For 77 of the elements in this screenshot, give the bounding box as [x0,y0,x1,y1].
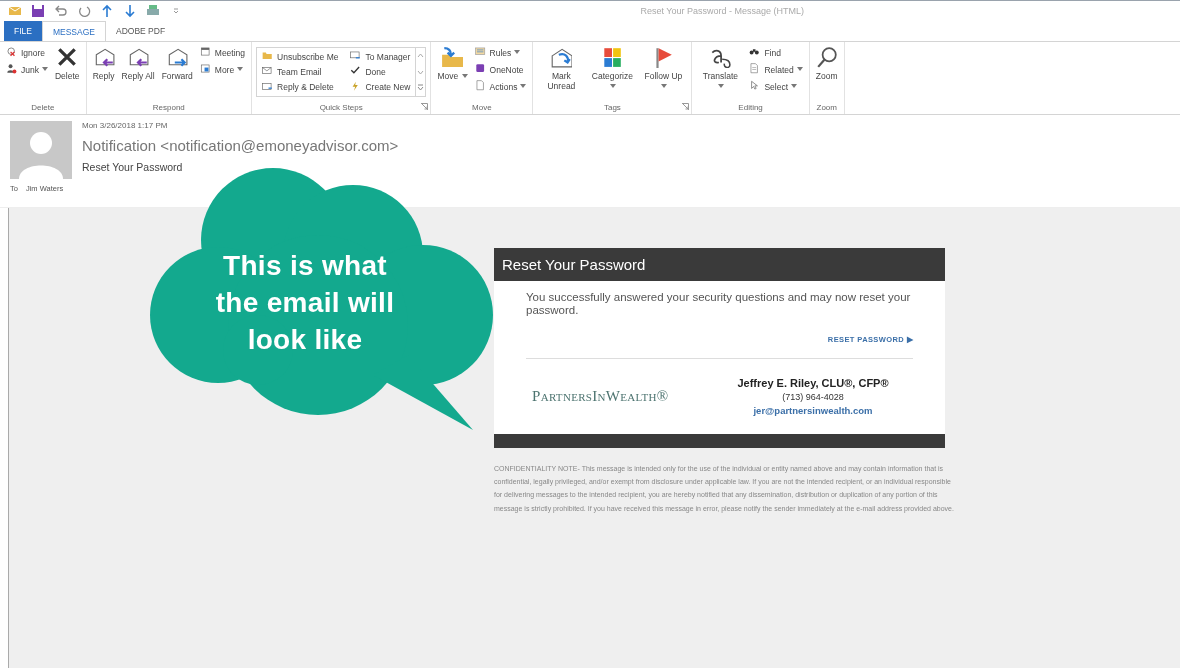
signature-name: Jeffrey E. Riley, CLU®, CFP® [737,377,889,389]
redo-icon[interactable] [77,4,91,18]
avatar-icon [10,121,72,179]
ribbon-button[interactable]: Junk [4,62,50,77]
ribbon-button[interactable]: Meeting [197,45,248,60]
dialog-launcher-icon[interactable] [682,103,690,110]
group-label: Zoom [816,102,837,112]
email-title-bar: Reset Your Password [494,248,945,281]
ribbon-button[interactable]: Reply [90,45,117,82]
printer-icon[interactable] [146,4,160,18]
phone-number: (713) 964-4028 [782,392,844,402]
quick-step[interactable]: Create New [348,79,413,95]
more-icon [199,63,213,76]
ribbon-button[interactable]: Rules [472,45,529,60]
ribbon-button[interactable]: Move [435,45,470,82]
group-label: Move [472,102,492,112]
email-message: You successfully answered your security questions and may now reset your password. [526,291,912,317]
group-label: Delete [31,102,55,112]
ribbon-button[interactable]: Mark Unread [537,45,586,92]
forward-icon [166,46,189,68]
sender: Notification <notification@emoneyadvisor.com> [82,137,399,154]
ribbon-button[interactable]: OneNote [472,62,529,77]
caret-icon [461,74,468,78]
down-arrow-icon[interactable] [123,4,137,18]
group-label: Quick Steps [319,102,363,112]
caret-icon [514,50,521,54]
caret-icon [660,84,667,88]
ribbon-button[interactable]: Zoom [813,45,840,82]
junk-icon [6,63,19,76]
reply-all-icon [127,46,150,68]
ribbon-button[interactable]: Translate [696,45,745,92]
ribbon-tab[interactable]: ADOBE PDF [106,21,176,41]
ribbon-button[interactable]: Delete [52,45,82,82]
quick-step[interactable]: Done [348,64,413,80]
color-grid-icon [601,46,624,68]
ribbon-button[interactable]: Related [747,62,805,77]
ribbon-button[interactable]: Actions [472,79,529,94]
quick-step[interactable]: Team Email [260,64,341,80]
subject: Reset Your Password [82,161,183,173]
save-icon[interactable] [31,4,45,18]
envelope-icon[interactable] [8,4,22,18]
folder-arrow-icon [441,46,464,68]
ribbon-button[interactable]: Find [747,45,805,60]
caret-icon [41,67,48,71]
callout-text: This is what the email will look like [214,249,396,357]
ribbon-button[interactable]: Ignore [4,45,50,60]
undo-icon[interactable] [54,4,68,18]
ribbon-button[interactable]: Follow Up [639,45,688,92]
calendar-icon [199,46,213,59]
ribbon-button[interactable]: Forward [159,45,195,82]
ribbon-tab[interactable]: MESSAGE [41,21,106,41]
dialog-launcher-icon[interactable] [421,103,429,110]
close-icon [56,46,79,68]
caret-icon [791,84,798,88]
ribbon-button[interactable]: Categorize [588,45,637,92]
quick-step[interactable]: Unsubscribe Me [260,49,341,65]
ribbon-button[interactable]: Reply All [119,45,157,82]
group-label: Tags [603,102,621,112]
ribbon-tab[interactable]: FILE [4,21,42,41]
group-label: Editing [738,102,763,112]
envelope-arrow-icon [550,46,573,68]
caret-icon [717,84,724,88]
ribbon-button[interactable]: More [197,62,248,77]
logo: PartnersInWealth® [532,388,669,405]
group-label: Respond [152,102,185,112]
caret-icon [609,84,616,88]
ribbon-button[interactable]: Select [747,79,805,94]
sent-date: Mon 3/26/2018 1:17 PM [82,121,168,130]
caret-icon [520,84,527,88]
search-icon [815,46,838,68]
quick-step[interactable]: To Manager [348,49,413,65]
window-title: Reset Your Password - Message (HTML) [640,6,804,16]
email-link[interactable]: jer@partnersinwealth.com [753,405,873,416]
quick-step[interactable]: Reply & Delete [260,79,341,95]
caret-icon [796,67,803,71]
caret-icon [237,67,244,71]
up-arrow-icon[interactable] [100,4,114,18]
